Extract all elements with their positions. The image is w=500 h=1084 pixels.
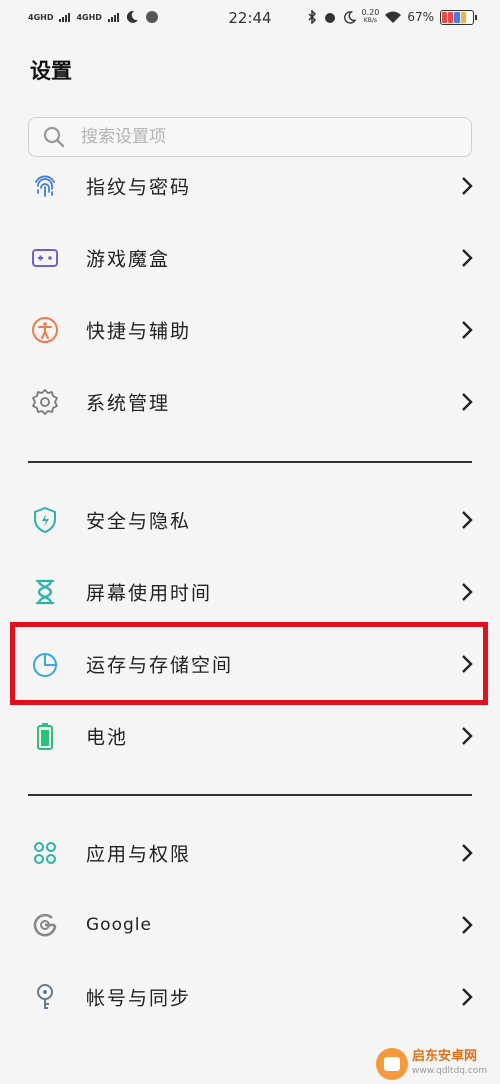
settings-item-game-box[interactable]: 游戏魔盒 [0, 222, 500, 294]
accessibility-icon [28, 313, 62, 347]
settings-item-ram-storage[interactable]: 运存与存储空间 [0, 628, 500, 700]
chevron-right-icon [462, 916, 473, 934]
settings-item-system-management[interactable]: 系统管理 [0, 366, 500, 438]
status-right: 0.20 KB/s 67% [307, 9, 477, 25]
battery-icon [440, 9, 477, 25]
settings-item-shortcuts-accessibility[interactable]: 快捷与辅助 [0, 294, 500, 366]
status-bar: 4GHD 4GHD 22:44 0.20 KB/s 67% [0, 0, 500, 38]
settings-item-label: 指纹与密码 [86, 176, 192, 199]
chevron-right-icon [462, 655, 473, 673]
gamepad-icon [28, 241, 62, 275]
settings-item-label: 屏幕使用时间 [86, 582, 213, 605]
chevron-right-icon [462, 177, 473, 195]
chevron-right-icon [462, 321, 473, 339]
chevron-right-icon [462, 583, 473, 601]
settings-item-label: 系统管理 [86, 392, 171, 415]
section-divider [28, 461, 472, 463]
chevron-right-icon [462, 844, 473, 862]
watermark-logo-icon [376, 1048, 408, 1080]
net-speed-value: 0.20 [361, 8, 380, 17]
bluetooth-icon [307, 10, 316, 24]
chevron-right-icon [462, 727, 473, 745]
net-speed-unit: KB/s [363, 17, 378, 24]
settings-item-google[interactable]: Google [0, 889, 500, 961]
settings-item-label: 电池 [86, 726, 129, 749]
chevron-right-icon [462, 988, 473, 1006]
settings-item-fingerprint-password[interactable]: 指纹与密码 [0, 150, 500, 222]
gear-icon [28, 385, 62, 419]
settings-item-label: 游戏魔盒 [86, 248, 171, 271]
settings-item-label: Google [86, 915, 152, 935]
page-title: 设置 [30, 59, 72, 83]
chevron-right-icon [462, 511, 473, 529]
settings-item-label: 快捷与辅助 [86, 320, 192, 343]
key-icon [28, 980, 62, 1014]
hourglass-icon [28, 575, 62, 609]
google-icon [28, 908, 62, 942]
settings-item-security-privacy[interactable]: 安全与隐私 [0, 484, 500, 556]
battery-percent: 67% [407, 10, 434, 24]
alarm-icon [324, 13, 335, 23]
wifi-icon [385, 11, 402, 23]
settings-item-label: 帐号与同步 [86, 987, 192, 1010]
moon-icon [343, 10, 356, 24]
apps-grid-icon [28, 836, 62, 870]
chevron-right-icon [462, 393, 473, 411]
watermark-name: 启东安卓网 [412, 1049, 478, 1064]
fingerprint-icon [28, 169, 62, 203]
chevron-right-icon [462, 249, 473, 267]
search-input[interactable] [81, 127, 421, 147]
settings-item-label: 应用与权限 [86, 843, 192, 866]
settings-item-label: 安全与隐私 [86, 510, 192, 533]
settings-item-label: 运存与存储空间 [86, 654, 234, 677]
settings-item-screen-time[interactable]: 屏幕使用时间 [0, 556, 500, 628]
settings-item-account-sync[interactable]: 帐号与同步 [0, 961, 500, 1033]
watermark: 启东安卓网 www.qdltdq.com [376, 1046, 496, 1082]
section-divider [28, 794, 472, 796]
settings-item-apps-permissions[interactable]: 应用与权限 [0, 817, 500, 889]
shield-icon [28, 503, 62, 537]
battery-icon [28, 719, 62, 753]
watermark-url: www.qdltdq.com [412, 1066, 488, 1076]
watermark-text: 启东安卓网 www.qdltdq.com [412, 1050, 487, 1078]
pie-chart-icon [28, 647, 62, 681]
settings-item-battery[interactable]: 电池 [0, 700, 500, 772]
search-icon [43, 126, 65, 148]
net-speed: 0.20 KB/s [362, 9, 380, 25]
